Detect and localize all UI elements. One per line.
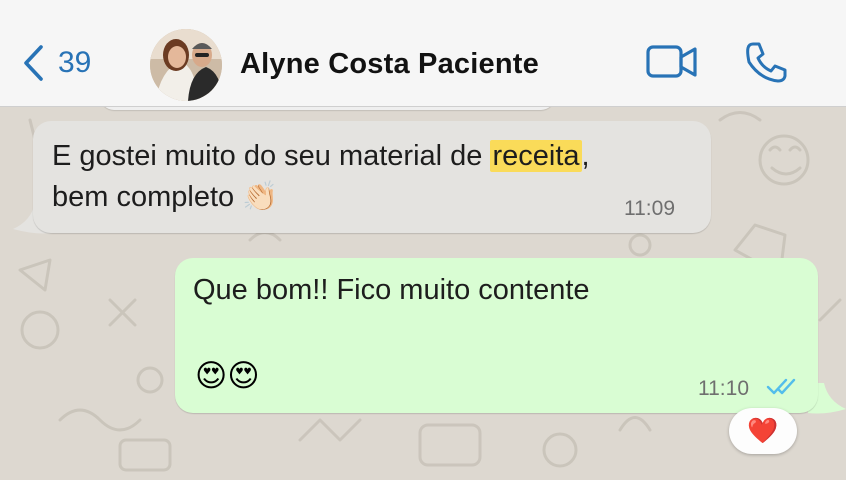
contact-name[interactable]: Alyne Costa Paciente bbox=[240, 48, 539, 81]
heart-reaction[interactable]: ❤️ bbox=[729, 408, 797, 454]
incoming-message-text: E gostei muito do seu material de receit… bbox=[52, 136, 692, 218]
voice-call-button[interactable] bbox=[744, 40, 788, 89]
phone-icon bbox=[746, 42, 787, 83]
clapping-hands-emoji: 👏🏻 bbox=[242, 181, 279, 213]
message-text-part: E gostei muito do seu material de bbox=[52, 140, 491, 172]
message-text-part: , bbox=[581, 140, 590, 172]
video-call-button[interactable] bbox=[645, 42, 699, 87]
chevron-left-icon bbox=[24, 45, 43, 81]
video-camera-icon bbox=[646, 45, 697, 78]
avatar[interactable] bbox=[150, 29, 222, 101]
unread-count: 39 bbox=[58, 46, 92, 79]
avatar-photo bbox=[150, 29, 222, 101]
heart-emoji: ❤️ bbox=[747, 416, 779, 445]
back-button[interactable]: 39 bbox=[22, 44, 91, 82]
message-timestamp: 11:09 bbox=[624, 197, 675, 220]
outgoing-message-text: Que bom!! Fico muito contente bbox=[193, 274, 590, 306]
search-highlight: receita bbox=[490, 140, 582, 172]
double-check-icon bbox=[766, 378, 796, 395]
chat-header: 39 Alyne Costa Paciente bbox=[0, 0, 846, 107]
message-text-line2: bem completo bbox=[52, 181, 243, 213]
heart-eyes-emojis: 😍😍 bbox=[195, 358, 260, 393]
message-timestamp: 11:10 bbox=[698, 377, 749, 400]
